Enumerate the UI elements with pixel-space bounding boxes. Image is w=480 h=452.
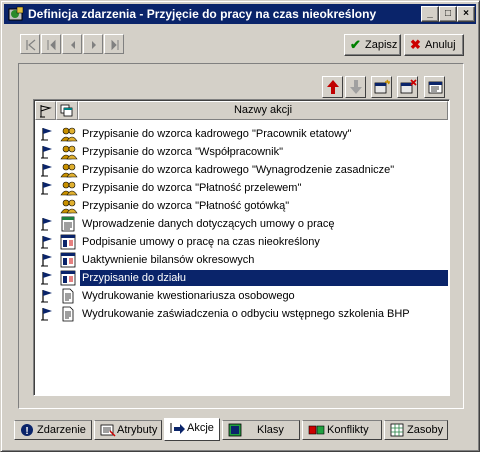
flag-icon [41, 289, 55, 306]
skip-last-icon [111, 39, 119, 51]
flag-icon [41, 253, 55, 270]
list-item-label: Wydrukowanie kwestionariusza osobowego [82, 290, 295, 302]
list-item[interactable]: Przypisanie do wzorca "Płatność przelewe… [35, 179, 448, 197]
arrow-up-icon [327, 80, 339, 94]
list-item-label: Wydrukowanie zaświadczenia o odbyciu wst… [82, 308, 410, 320]
tab-zasoby[interactable]: Zasoby [384, 420, 448, 440]
list-item-label: Przypisanie do wzorca kadrowego "Wynagro… [82, 164, 395, 176]
tab-zdarzenie[interactable]: ! Zdarzenie [14, 420, 92, 440]
move-down-button[interactable] [345, 76, 366, 98]
nav-last-button[interactable] [104, 34, 124, 54]
rewind-icon [47, 39, 56, 51]
nav-prev-page-button[interactable] [41, 34, 61, 54]
flag-icon [41, 145, 55, 162]
flag-icon [41, 181, 55, 198]
list-item-label: Przypisanie do wzorca kadrowego "Pracown… [82, 128, 352, 140]
add-action-button[interactable] [371, 76, 392, 98]
list-item-label: Wprowadzenie danych dotyczących umowy o … [82, 218, 335, 230]
cancel-x-icon: ✖ [410, 37, 421, 52]
flag-icon [41, 271, 55, 288]
list-item[interactable]: Przypisanie do działu [35, 269, 448, 287]
list-item-label: Przypisanie do wzorca "Płatność gotówką" [82, 200, 290, 212]
list-item-label: Przypisanie do wzorca "Płatność przelewe… [82, 182, 302, 194]
classes-icon [228, 423, 242, 437]
next-icon [92, 41, 96, 49]
flag-icon [41, 163, 55, 180]
remove-action-button[interactable] [397, 76, 418, 98]
save-button[interactable]: ✔ Zapisz [344, 34, 401, 56]
dialog-window: Definicja zdarzenia - Przyjęcie do pracy… [0, 0, 480, 452]
flag-icon [41, 307, 55, 324]
flag-icon [41, 127, 55, 144]
maximize-button[interactable]: □ [439, 6, 457, 22]
flag-icon [41, 217, 55, 234]
tab-atrybuty[interactable]: Atrybuty [94, 420, 162, 440]
nav-first-button[interactable] [20, 34, 40, 54]
attributes-icon [100, 424, 116, 437]
flag-icon [40, 105, 52, 118]
close-button[interactable]: × [457, 6, 475, 22]
prev-icon [71, 41, 75, 49]
list-item[interactable]: Przypisanie do wzorca "Płatność gotówką" [35, 197, 448, 215]
resources-icon [390, 423, 404, 437]
properties-button[interactable] [424, 76, 445, 98]
add-action-icon [374, 79, 390, 94]
actions-list[interactable]: Nazwy akcji Przypisanie do wzorca kadrow… [33, 99, 450, 396]
list-item[interactable]: Uaktywnienie bilansów okresowych [35, 251, 448, 269]
list-item-label: Przypisanie do wzorca "Współpracownik" [82, 146, 283, 158]
skip-first-icon [26, 39, 36, 51]
remove-action-icon [400, 79, 417, 94]
tab-konflikty[interactable]: Konflikty [302, 420, 382, 440]
window-title: Definicja zdarzenia - Przyjęcie do pracy… [28, 7, 377, 21]
column-header-name[interactable]: Nazwy akcji [78, 101, 448, 120]
actions-icon [170, 423, 185, 434]
svg-text:!: ! [25, 426, 28, 437]
checkmark-icon: ✔ [350, 37, 361, 52]
list-item[interactable]: Wydrukowanie zaświadczenia o odbyciu wst… [35, 305, 448, 323]
conflicts-icon [308, 425, 325, 435]
nav-next-button[interactable] [83, 34, 103, 54]
list-item[interactable]: Wydrukowanie kwestionariusza osobowego [35, 287, 448, 305]
cancel-button[interactable]: ✖ Anuluj [404, 34, 464, 56]
list-item-label: Podpisanie umowy o pracę na czas nieokre… [82, 236, 320, 248]
list-item[interactable]: Wprowadzenie danych dotyczących umowy o … [35, 215, 448, 233]
column-header-flag[interactable] [35, 101, 56, 120]
minimize-button[interactable]: _ [421, 6, 439, 22]
list-item[interactable]: Przypisanie do wzorca kadrowego "Pracown… [35, 125, 448, 143]
move-up-button[interactable] [322, 76, 343, 98]
properties-icon [428, 81, 443, 94]
title-bar[interactable]: Definicja zdarzenia - Przyjęcie do pracy… [4, 4, 476, 24]
tab-klasy[interactable]: Klasy [222, 420, 300, 440]
list-item-label: Uaktywnienie bilansów okresowych [82, 254, 255, 266]
flag-icon [41, 235, 55, 252]
list-item-label: Przypisanie do działu [80, 270, 448, 286]
tab-akcje[interactable]: Akcje [164, 418, 220, 441]
list-item[interactable]: Przypisanie do wzorca kadrowego "Wynagro… [35, 161, 448, 179]
list-item[interactable]: Przypisanie do wzorca "Współpracownik" [35, 143, 448, 161]
windows-icon [60, 104, 73, 117]
list-item[interactable]: Podpisanie umowy o pracę na czas nieokre… [35, 233, 448, 251]
tab-bar: ! Zdarzenie Atrybuty Akcje Klasy Konflik… [14, 418, 466, 442]
nav-prev-button[interactable] [62, 34, 82, 54]
document-icon [60, 306, 76, 325]
app-icon [8, 6, 24, 21]
arrow-down-icon [350, 80, 362, 94]
column-header-type[interactable] [56, 101, 78, 120]
event-icon: ! [21, 424, 33, 437]
